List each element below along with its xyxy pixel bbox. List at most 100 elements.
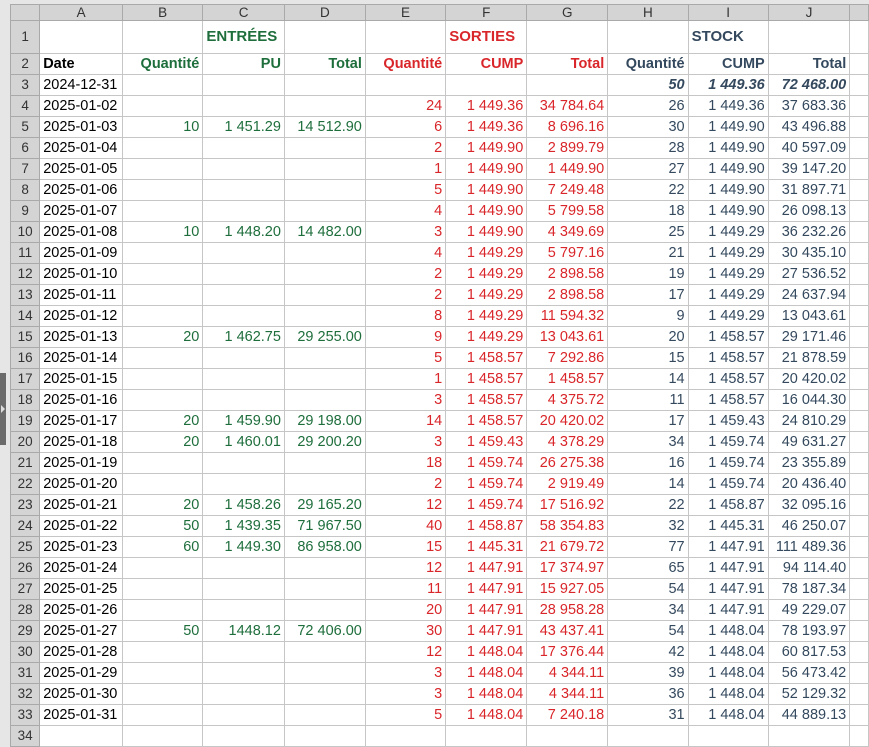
cell[interactable]: 26 275.38 xyxy=(526,452,609,474)
row-header[interactable]: 16 xyxy=(9,347,41,369)
cell[interactable]: 21 878.59 xyxy=(767,347,851,369)
cell[interactable] xyxy=(283,368,366,390)
cell[interactable] xyxy=(202,200,285,222)
cell[interactable]: 1 445.31 xyxy=(687,515,769,537)
row-header[interactable]: 3 xyxy=(9,74,41,96)
row-header[interactable]: 31 xyxy=(9,662,41,684)
cell[interactable] xyxy=(849,578,869,600)
cell[interactable] xyxy=(121,557,204,579)
cell[interactable] xyxy=(121,20,204,54)
cell[interactable]: 30 435.10 xyxy=(767,242,851,264)
cell[interactable]: 1 458.57 xyxy=(445,347,528,369)
column-header[interactable]: H xyxy=(607,4,689,21)
cell[interactable]: 1 458.57 xyxy=(445,368,528,390)
cell[interactable]: 9 xyxy=(364,326,447,348)
cell[interactable]: 34 xyxy=(607,599,689,621)
cell[interactable]: 28 958.28 xyxy=(526,599,609,621)
cell[interactable]: 30 xyxy=(607,116,689,138)
cell[interactable]: 1 448.04 xyxy=(445,662,528,684)
cell[interactable]: 5 xyxy=(364,347,447,369)
cell[interactable]: 2025-01-05 xyxy=(39,158,123,180)
cell[interactable]: 2 xyxy=(364,284,447,306)
cell[interactable] xyxy=(849,74,869,96)
cell[interactable]: 2025-01-08 xyxy=(39,221,123,243)
cell[interactable] xyxy=(849,200,869,222)
cell[interactable] xyxy=(283,263,366,285)
cell[interactable]: 5 799.58 xyxy=(526,200,609,222)
cell[interactable] xyxy=(121,704,204,726)
cell[interactable]: 2025-01-24 xyxy=(39,557,123,579)
cell[interactable]: 2025-01-02 xyxy=(39,95,123,117)
cell[interactable]: 22 xyxy=(607,494,689,516)
cell[interactable]: 2025-01-31 xyxy=(39,704,123,726)
cell[interactable]: 1 459.43 xyxy=(445,431,528,453)
cell[interactable]: 4 xyxy=(364,200,447,222)
cell[interactable]: 42 xyxy=(607,641,689,663)
cell[interactable] xyxy=(39,725,123,747)
cell[interactable]: 2025-01-15 xyxy=(39,368,123,390)
cell[interactable]: 31 xyxy=(607,704,689,726)
cell[interactable]: 2025-01-10 xyxy=(39,263,123,285)
cell[interactable]: 27 xyxy=(607,158,689,180)
cell[interactable]: 1 449.30 xyxy=(202,536,285,558)
cell[interactable]: 9 xyxy=(607,305,689,327)
cell[interactable]: 10 xyxy=(121,221,204,243)
cell[interactable]: 18 xyxy=(364,452,447,474)
cell[interactable] xyxy=(849,158,869,180)
cell[interactable]: 20 xyxy=(121,494,204,516)
cell[interactable]: 1 460.01 xyxy=(202,431,285,453)
cell[interactable]: 1 447.91 xyxy=(687,599,769,621)
cell[interactable] xyxy=(121,641,204,663)
cell[interactable]: 22 xyxy=(607,179,689,201)
cell[interactable]: 1 449.90 xyxy=(445,200,528,222)
cell[interactable]: 36 232.26 xyxy=(767,221,851,243)
cell[interactable] xyxy=(202,368,285,390)
cell[interactable]: 1 448.04 xyxy=(445,641,528,663)
cell[interactable] xyxy=(202,284,285,306)
cell[interactable] xyxy=(202,452,285,474)
cell[interactable] xyxy=(202,95,285,117)
cell[interactable] xyxy=(849,389,869,411)
cell[interactable] xyxy=(687,725,769,747)
cell[interactable] xyxy=(202,179,285,201)
select-all-corner[interactable] xyxy=(9,4,41,21)
cell[interactable]: 1 447.91 xyxy=(445,557,528,579)
cell[interactable]: 49 229.07 xyxy=(767,599,851,621)
cell[interactable] xyxy=(849,410,869,432)
cell[interactable]: 1 458.57 xyxy=(687,347,769,369)
header-cell[interactable]: CUMP xyxy=(445,53,528,75)
cell[interactable]: 6 xyxy=(364,116,447,138)
cell[interactable]: 34 xyxy=(607,431,689,453)
cell[interactable]: 60 817.53 xyxy=(767,641,851,663)
row-header[interactable]: 13 xyxy=(9,284,41,306)
cell[interactable]: 1 xyxy=(364,368,447,390)
cell[interactable] xyxy=(283,389,366,411)
row-header[interactable]: 5 xyxy=(9,116,41,138)
cell[interactable]: 18 xyxy=(607,200,689,222)
cell[interactable]: 1 449.90 xyxy=(687,200,769,222)
cell[interactable]: 23 355.89 xyxy=(767,452,851,474)
cell[interactable]: 17 xyxy=(607,284,689,306)
cell[interactable] xyxy=(849,221,869,243)
cell[interactable]: 58 354.83 xyxy=(526,515,609,537)
cell[interactable]: 1 449.90 xyxy=(445,221,528,243)
cell[interactable]: 4 375.72 xyxy=(526,389,609,411)
cell[interactable]: 8 696.16 xyxy=(526,116,609,138)
cell[interactable]: 77 xyxy=(607,536,689,558)
header-cell[interactable]: CUMP xyxy=(687,53,769,75)
cell[interactable]: 2025-01-29 xyxy=(39,662,123,684)
cell[interactable] xyxy=(849,515,869,537)
cell[interactable] xyxy=(364,725,447,747)
cell[interactable] xyxy=(202,704,285,726)
cell[interactable] xyxy=(121,179,204,201)
row-header[interactable]: 23 xyxy=(9,494,41,516)
cell[interactable]: 1 448.04 xyxy=(687,662,769,684)
column-header[interactable]: E xyxy=(364,4,447,21)
cell[interactable] xyxy=(283,137,366,159)
cell[interactable]: 1 448.20 xyxy=(202,221,285,243)
cell[interactable]: 2025-01-04 xyxy=(39,137,123,159)
cell[interactable]: 72 468.00 xyxy=(767,74,851,96)
cell[interactable]: 86 958.00 xyxy=(283,536,366,558)
cell[interactable]: 10 xyxy=(121,116,204,138)
cell[interactable]: 49 631.27 xyxy=(767,431,851,453)
